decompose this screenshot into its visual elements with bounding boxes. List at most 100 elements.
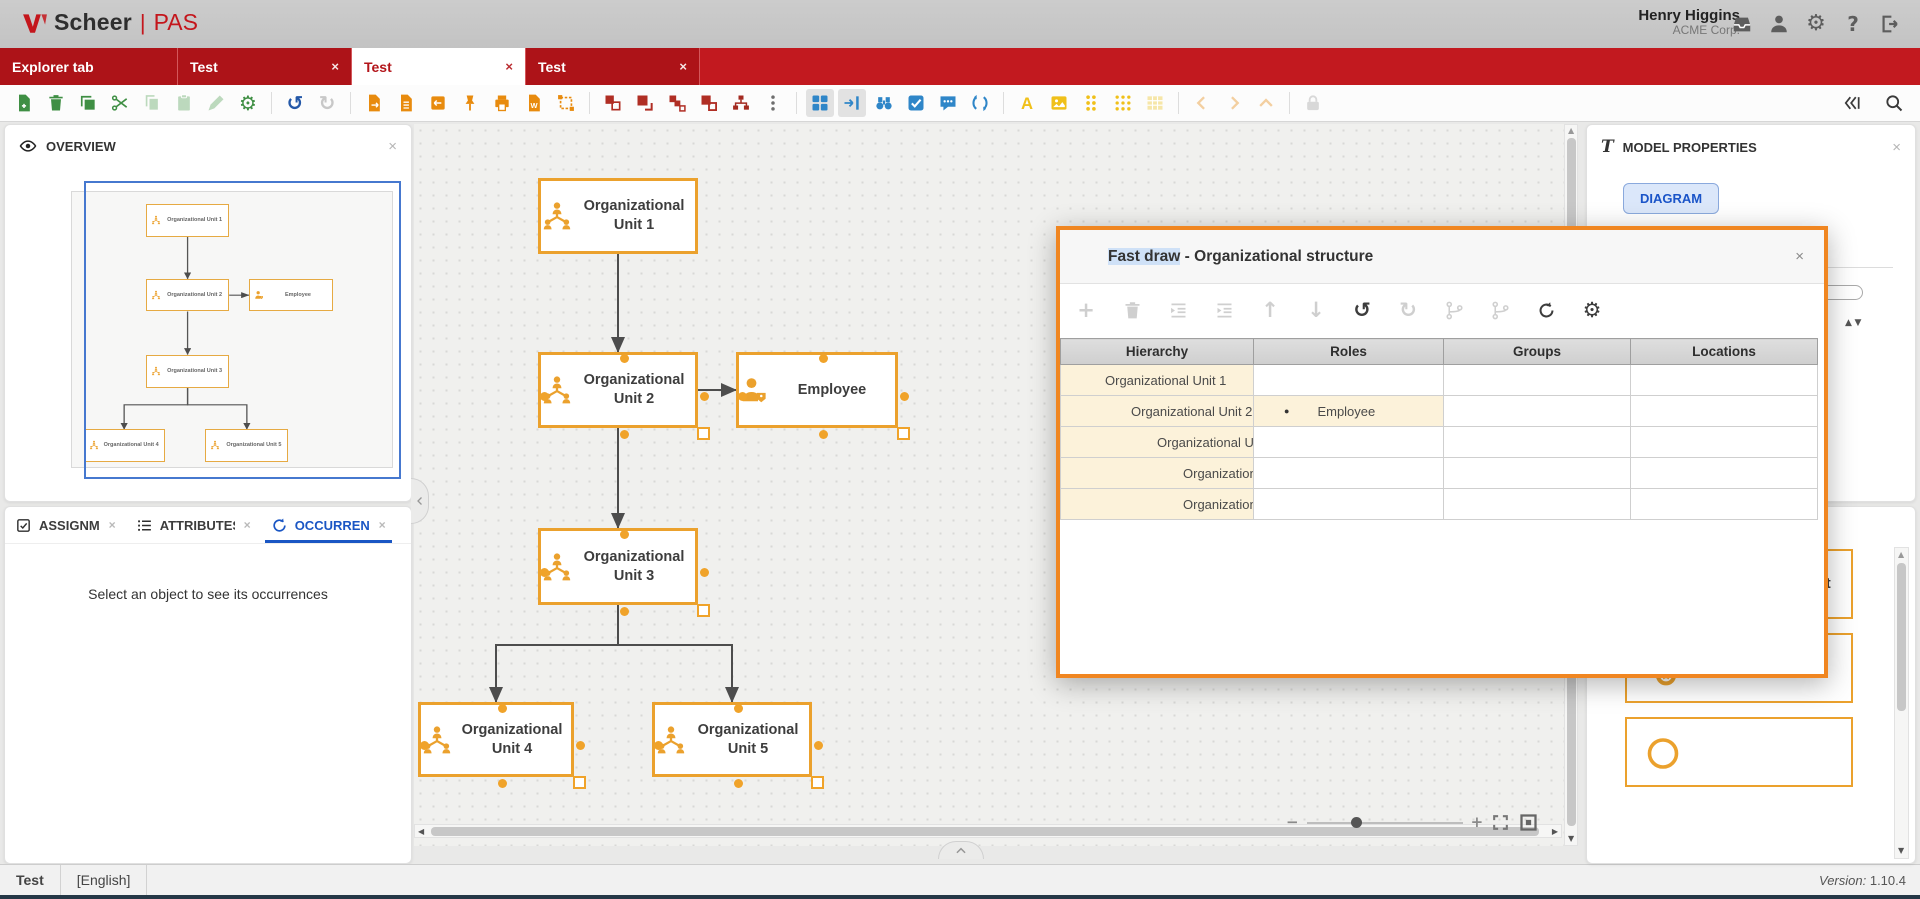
gear-button[interactable]: ⚙ <box>1804 12 1828 36</box>
layer-back-button[interactable] <box>631 89 659 117</box>
dots-3x3-button[interactable] <box>1109 89 1137 117</box>
locations-cell[interactable] <box>1631 396 1818 427</box>
search-button[interactable] <box>1880 89 1908 117</box>
layer-front-button[interactable] <box>599 89 627 117</box>
kebab-button[interactable] <box>759 89 787 117</box>
fast-draw-add-button[interactable]: + <box>1074 298 1098 322</box>
status-language[interactable]: [English] <box>61 865 148 895</box>
selection-handle-dot[interactable] <box>819 354 828 363</box>
selection-handle-dot[interactable] <box>620 607 629 616</box>
copy-button[interactable] <box>138 89 166 117</box>
resize-handle[interactable] <box>811 776 824 789</box>
fast-draw-undo-button[interactable]: ↺ <box>1350 298 1374 322</box>
selection-handle-dot[interactable] <box>734 779 743 788</box>
canvas-node-ou5[interactable]: Organizational Unit 5 <box>652 702 812 777</box>
image-button[interactable] <box>1045 89 1073 117</box>
groups-cell[interactable] <box>1444 396 1631 427</box>
selection-handle-dot[interactable] <box>734 704 743 713</box>
number-stepper[interactable]: ▲ ▼ <box>1845 319 1861 328</box>
layer-order-button[interactable] <box>695 89 723 117</box>
roles-cell[interactable]: ●Employee <box>1254 396 1444 427</box>
zoom-in-button[interactable]: + <box>1471 815 1484 830</box>
close-icon[interactable]: × <box>1892 139 1901 156</box>
user-button[interactable] <box>1767 12 1791 36</box>
locations-cell[interactable] <box>1631 365 1818 396</box>
fast-draw-dialog-header[interactable]: Fast draw - Organizational structure × <box>1060 230 1824 284</box>
selection-handle-dot[interactable] <box>498 704 507 713</box>
help-button[interactable]: ? <box>1841 12 1865 36</box>
collapse-panel-button[interactable] <box>1838 89 1866 117</box>
close-tab-icon[interactable]: × <box>505 59 513 74</box>
scroll-down-icon[interactable]: ▼ <box>1898 847 1904 855</box>
selection-handle-dot[interactable] <box>700 568 709 577</box>
scissors-button[interactable] <box>106 89 134 117</box>
canvas-node-ou3[interactable]: Organizational Unit 3 <box>538 528 698 605</box>
document-tab-explorer[interactable]: Explorer tab <box>0 48 178 85</box>
selection-handle-dot[interactable] <box>620 354 629 363</box>
close-tab-icon[interactable]: × <box>109 518 116 532</box>
fast-draw-outdent-button[interactable] <box>1166 298 1190 322</box>
scroll-up-icon[interactable]: ▲ <box>1898 551 1904 559</box>
locations-cell[interactable] <box>1631 489 1818 520</box>
paste-button[interactable] <box>170 89 198 117</box>
selection-handle-dot[interactable] <box>654 741 663 750</box>
roles-cell[interactable] <box>1254 427 1444 458</box>
document-tab-test-3[interactable]: Test× <box>526 48 700 85</box>
groups-cell[interactable] <box>1444 458 1631 489</box>
roles-cell[interactable] <box>1254 489 1444 520</box>
lock-button[interactable] <box>1299 89 1327 117</box>
snap-button[interactable] <box>838 89 866 117</box>
fast-draw-indent-button[interactable] <box>1212 298 1236 322</box>
fast-draw-row-5[interactable]: Organizational Unit 5 <box>1061 489 1818 520</box>
selection-handle-dot[interactable] <box>819 430 828 439</box>
print-button[interactable] <box>488 89 516 117</box>
resize-handle[interactable] <box>897 427 910 440</box>
fast-draw-trash-button[interactable] <box>1120 298 1144 322</box>
selection-handle-dot[interactable] <box>420 741 429 750</box>
selection-handle-dot[interactable] <box>738 392 747 401</box>
canvas-node-ou2[interactable]: Organizational Unit 2 <box>538 352 698 428</box>
hierarchy-cell[interactable]: Organizational Unit 4 <box>1061 458 1254 489</box>
column-header-groups[interactable]: Groups <box>1444 339 1631 365</box>
locations-cell[interactable] <box>1631 427 1818 458</box>
loop-button[interactable] <box>966 89 994 117</box>
roles-cell[interactable] <box>1254 365 1444 396</box>
file-plus-button[interactable] <box>10 89 38 117</box>
fast-draw-row-1[interactable]: Organizational Unit 1 <box>1061 365 1818 396</box>
stepper-up-icon[interactable]: ▲ <box>1845 319 1852 328</box>
close-icon[interactable]: × <box>1795 248 1804 265</box>
undo-button[interactable]: ↺ <box>281 89 309 117</box>
selection-handle-dot[interactable] <box>620 430 629 439</box>
selection-handle-dot[interactable] <box>498 779 507 788</box>
fast-draw-redo-button[interactable]: ↻ <box>1396 298 1420 322</box>
selection-handle-dot[interactable] <box>540 392 549 401</box>
fast-draw-move-up-button[interactable]: ↑ <box>1258 298 1282 322</box>
comment-dots-button[interactable] <box>934 89 962 117</box>
column-header-locations[interactable]: Locations <box>1631 339 1818 365</box>
canvas-node-ou4[interactable]: Organizational Unit 4 <box>418 702 574 777</box>
canvas-node-ou1[interactable]: Organizational Unit 1 <box>538 178 698 254</box>
table-cells-button[interactable] <box>1141 89 1169 117</box>
selection-handle-dot[interactable] <box>576 741 585 750</box>
resize-handle[interactable] <box>697 427 710 440</box>
trash-button[interactable] <box>42 89 70 117</box>
fast-draw-refresh-button[interactable] <box>1534 298 1558 322</box>
roles-cell[interactable] <box>1254 458 1444 489</box>
document-tab-test-2[interactable]: Test× <box>352 48 526 85</box>
logout-button[interactable] <box>1878 12 1902 36</box>
sitemap-button[interactable] <box>727 89 755 117</box>
file-export-button[interactable] <box>360 89 388 117</box>
minimap-viewport[interactable] <box>84 181 401 479</box>
panel-tab-assignm[interactable]: ASSIGNM× <box>5 507 126 543</box>
fast-draw-branch-alt-button[interactable] <box>1488 298 1512 322</box>
file-word-button[interactable]: W <box>520 89 548 117</box>
font-button[interactable]: A <box>1013 89 1041 117</box>
fast-draw-move-down-button[interactable]: ↓ <box>1304 298 1328 322</box>
selection-handle-dot[interactable] <box>814 741 823 750</box>
hierarchy-cell[interactable]: Organizational Unit 5 <box>1061 489 1254 520</box>
fullscreen-icon[interactable] <box>1491 813 1510 832</box>
panel-tab-occurrenc[interactable]: OCCURRENC× <box>261 507 396 543</box>
canvas-node-emp[interactable]: Employee <box>736 352 898 428</box>
diagram-tab-button[interactable]: DIAGRAM <box>1623 183 1719 214</box>
close-tab-icon[interactable]: × <box>679 59 687 74</box>
